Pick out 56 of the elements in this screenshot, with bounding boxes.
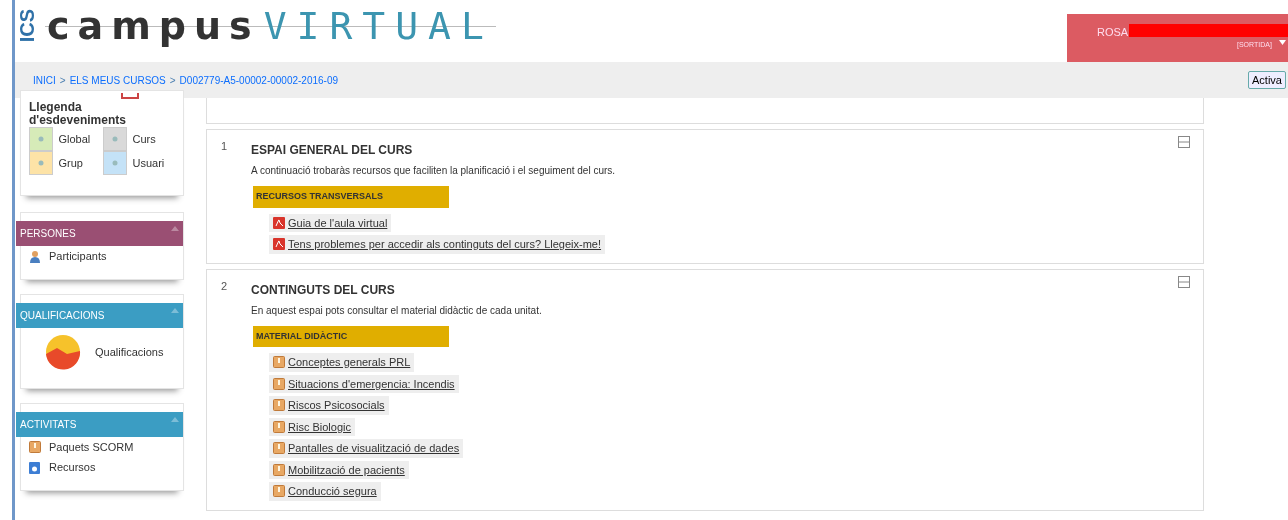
- legend-label: Usuari: [132, 156, 165, 172]
- eye-icon: [112, 136, 118, 143]
- category-heading: RECURSOS TRANSVERSALS: [253, 186, 449, 208]
- package-icon: [273, 420, 285, 433]
- legend-label: Curs: [132, 132, 156, 148]
- package-icon: [273, 356, 285, 369]
- activate-button[interactable]: Activa: [1248, 70, 1286, 90]
- section-number: 2: [221, 278, 229, 294]
- breadcrumb-separator: >: [169, 73, 176, 88]
- pdf-icon: [273, 216, 285, 229]
- pie-chart-icon: [45, 333, 81, 370]
- user-name: ROSA: [1097, 25, 1129, 40]
- calendar-edge: [121, 93, 139, 99]
- block-title: QUALIFICACIONS: [20, 308, 105, 323]
- eye-icon: [38, 136, 44, 143]
- resource-link[interactable]: Tens problemes per accedir als continguts del curs? Llegeix-me!: [269, 235, 606, 254]
- resource-link[interactable]: Conceptes generals PRL: [269, 353, 415, 372]
- package-icon: [273, 485, 285, 498]
- package-icon: [29, 441, 41, 454]
- block-link[interactable]: Paquets SCORM: [21, 436, 183, 458]
- breadcrumb-separator: >: [59, 73, 66, 88]
- section-title: ESPAI GENERAL DEL CURS: [251, 142, 413, 159]
- breadcrumb-link[interactable]: INICI: [33, 72, 56, 88]
- package-icon: [273, 463, 285, 476]
- breadcrumb-link[interactable]: D002779-A5-00002-00002-2016-09: [179, 72, 339, 88]
- legend-label: Grup: [58, 156, 83, 172]
- package-icon: [273, 377, 285, 390]
- block-link[interactable]: Qualificacions: [21, 327, 183, 376]
- eye-icon: [112, 160, 118, 167]
- resource-link[interactable]: Risc Biologic: [269, 417, 355, 436]
- person-icon: [29, 250, 41, 264]
- section-number: 1: [221, 139, 229, 154]
- resource-link[interactable]: Conducció segura: [269, 482, 381, 501]
- resource-link[interactable]: Riscos Psicosocials: [269, 396, 389, 415]
- resource-link[interactable]: Mobilització de pacients: [269, 460, 409, 479]
- resource-link[interactable]: Situacions d'emergencia: Incendis: [269, 374, 459, 393]
- logo-mark: ICS: [17, 9, 37, 43]
- section-description: A continuació trobaràs recursos que faciliten la planificació i el seguiment del curs.: [251, 164, 616, 178]
- package-icon: [273, 399, 285, 412]
- legend-title: Llegenda d'esdeveniments: [29, 101, 127, 128]
- block-link[interactable]: Participants: [21, 246, 183, 267]
- section-description: En aquest espai pots consultar el material didàctic de cada unitat.: [251, 303, 542, 318]
- eye-icon: [38, 160, 44, 167]
- resource-link[interactable]: Pantalles de visualització de dades: [269, 439, 464, 458]
- resource-link[interactable]: Guia de l'aula virtual: [269, 213, 392, 232]
- breadcrumb-link[interactable]: ELS MEUS CURSOS: [69, 72, 166, 88]
- caret-icon: [1279, 40, 1286, 45]
- block-title: PERSONES: [20, 227, 76, 242]
- document-icon: [29, 461, 41, 474]
- category-heading: MATERIAL DIDÀCTIC: [253, 325, 449, 347]
- section-title: CONTINGUTS DEL CURS: [251, 281, 395, 299]
- pdf-icon: [273, 238, 285, 251]
- legend-label: Global: [58, 132, 91, 148]
- package-icon: [273, 442, 285, 455]
- block-title: ACTIVITATS: [20, 417, 77, 432]
- block-link[interactable]: Recursos: [21, 457, 183, 478]
